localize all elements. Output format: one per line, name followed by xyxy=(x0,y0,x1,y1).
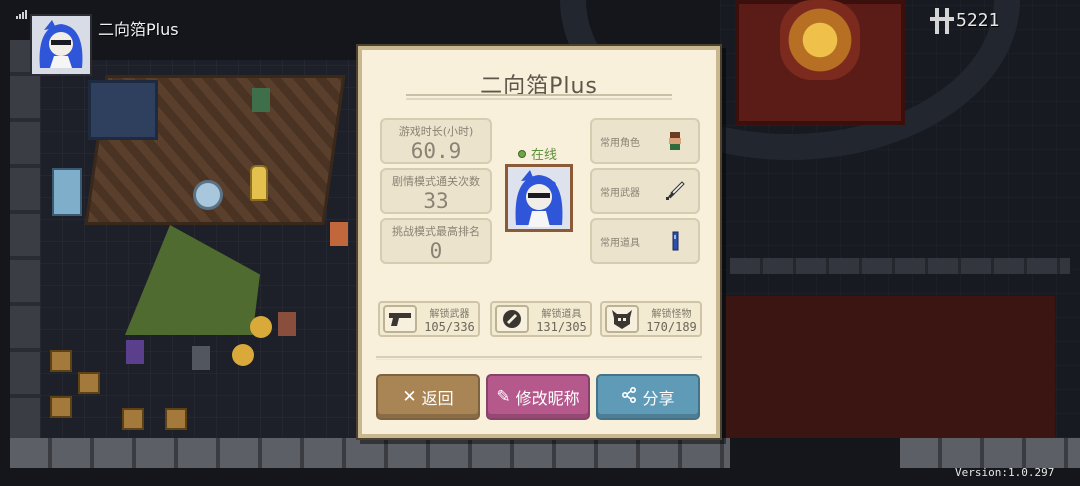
version-label: Version:1.0.297 xyxy=(955,466,1055,479)
profile-avatar[interactable] xyxy=(505,164,573,232)
rename-button-label: 修改昵称 xyxy=(515,389,580,408)
npc-character[interactable] xyxy=(330,222,348,246)
favorite-weapon[interactable]: 常用武器 xyxy=(590,168,700,214)
unlocked-items[interactable]: 解锁道具 131/305 xyxy=(490,301,592,337)
monster-icon xyxy=(605,305,639,333)
stat-story-clears: 剧情模式通关次数 33 xyxy=(380,168,492,214)
back-button[interactable]: ✕ 返回 xyxy=(376,374,480,420)
sword-icon xyxy=(664,180,686,202)
rename-button[interactable]: ✎ 修改昵称 xyxy=(486,374,590,420)
player-profile-dialog: 二向箔Plus 游戏时长(小时) 60.9 剧情模式通关次数 33 挑战模式最高… xyxy=(358,46,720,438)
fav-label: 常用角色 xyxy=(600,137,640,149)
favorite-item[interactable]: 常用道具 xyxy=(590,218,700,264)
unlocked-monsters[interactable]: 解锁怪物 170/189 xyxy=(600,301,702,337)
left-wall xyxy=(10,40,40,440)
shield-item-icon xyxy=(495,305,529,333)
lower-carpet xyxy=(725,296,1055,438)
stat-value: 33 xyxy=(423,189,449,213)
character-icon xyxy=(664,130,686,152)
share-button-label: 分享 xyxy=(642,389,675,408)
unlock-count: 170/189 xyxy=(646,319,697,334)
avatar-portrait-icon xyxy=(32,16,90,74)
fridge[interactable] xyxy=(52,168,82,216)
crate xyxy=(50,350,72,372)
unlock-label: 解锁道具 xyxy=(541,308,582,320)
stat-play-time: 游戏时长(小时) 60.9 xyxy=(380,118,492,164)
close-icon: ✕ xyxy=(402,386,417,407)
share-icon xyxy=(621,386,637,407)
bottom-wall xyxy=(10,438,730,468)
unlock-label: 解锁武器 xyxy=(429,308,470,320)
npc-character[interactable] xyxy=(192,346,210,370)
gem-icon xyxy=(930,6,954,34)
bottom-wall-right xyxy=(900,438,1080,468)
player-name: 二向箔Plus xyxy=(98,20,179,39)
stat-label: 剧情模式通关次数 xyxy=(392,175,480,188)
npc-character[interactable] xyxy=(126,340,144,364)
gem-count: 5221 xyxy=(956,9,1000,31)
unlock-count: 105/336 xyxy=(424,319,475,334)
item-icon xyxy=(664,230,686,252)
unlock-label: 解锁怪物 xyxy=(651,308,692,320)
avatar-portrait-icon xyxy=(508,167,570,229)
npc-character[interactable] xyxy=(278,312,296,336)
boss-statue xyxy=(780,0,860,80)
title-divider xyxy=(406,94,672,100)
online-status: 在线 xyxy=(518,144,557,163)
share-button[interactable]: 分享 xyxy=(596,374,700,420)
gem-counter: 5221 xyxy=(930,6,999,34)
back-button-label: 返回 xyxy=(421,389,454,408)
crate xyxy=(78,372,100,394)
pet-character[interactable] xyxy=(250,316,272,338)
edit-icon: ✎ xyxy=(496,386,511,407)
pistol-icon xyxy=(383,305,417,333)
fav-label: 常用道具 xyxy=(600,237,640,249)
unlocked-weapons[interactable]: 解锁武器 105/336 xyxy=(378,301,480,337)
favorite-character[interactable]: 常用角色 xyxy=(590,118,700,164)
stat-value: 0 xyxy=(429,239,443,263)
npc-character[interactable] xyxy=(252,88,270,112)
stone-ledge xyxy=(730,258,1070,274)
player-avatar[interactable] xyxy=(30,14,92,76)
button-divider xyxy=(376,356,702,360)
online-dot-icon xyxy=(518,149,526,158)
online-status-label: 在线 xyxy=(531,148,558,163)
stat-label: 游戏时长(小时) xyxy=(398,125,474,138)
stat-value: 60.9 xyxy=(410,139,462,163)
mirror[interactable] xyxy=(193,180,223,210)
sofa xyxy=(88,80,158,140)
crate xyxy=(50,396,72,418)
fav-label: 常用武器 xyxy=(600,187,640,199)
signal-strength-icon xyxy=(16,10,27,19)
stat-challenge-rank: 挑战模式最高排名 0 xyxy=(380,218,492,264)
pet-character[interactable] xyxy=(232,344,254,366)
stat-label: 挑战模式最高排名 xyxy=(392,225,480,238)
unlock-count: 131/305 xyxy=(536,319,587,334)
lamp xyxy=(250,165,268,201)
crate xyxy=(122,408,144,430)
crate xyxy=(165,408,187,430)
